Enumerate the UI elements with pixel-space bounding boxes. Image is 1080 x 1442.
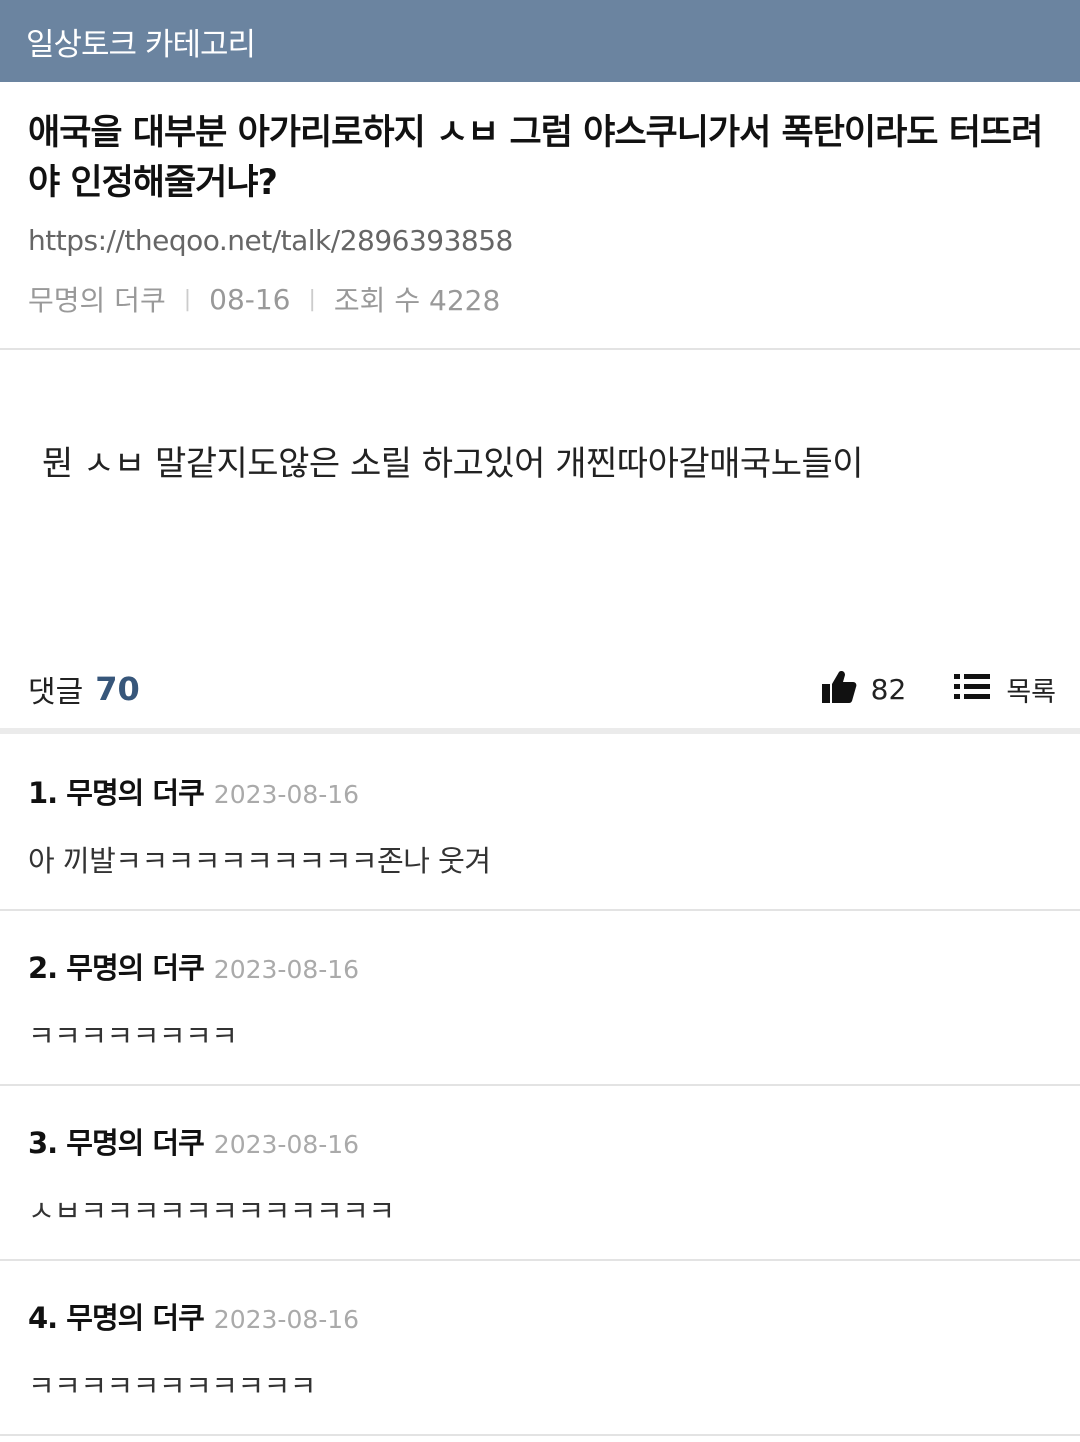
comment-author: 4. 무명의 더쿠 bbox=[28, 1301, 205, 1335]
comment-author: 2. 무명의 더쿠 bbox=[28, 951, 205, 985]
list-label: 목록 bbox=[1006, 676, 1056, 708]
meta-divider: | bbox=[183, 286, 192, 312]
comment-item: 2. 무명의 더쿠 2023-08-16 ㅋㅋㅋㅋㅋㅋㅋㅋ bbox=[0, 911, 1080, 1086]
comment-author: 1. 무명의 더쿠 bbox=[28, 776, 205, 810]
meta-divider: | bbox=[308, 286, 316, 312]
post-meta: 무명의 더쿠 | 08-16 | 조회 수 4228 bbox=[28, 279, 1052, 319]
comment-item: 3. 무명의 더쿠 2023-08-16 ㅅㅂㅋㅋㅋㅋㅋㅋㅋㅋㅋㅋㅋㅋ bbox=[0, 1086, 1080, 1261]
comments-label: 댓글 bbox=[28, 675, 84, 710]
comments-count[interactable]: 70 bbox=[95, 670, 140, 708]
comment-item: 4. 무명의 더쿠 2023-08-16 ㅋㅋㅋㅋㅋㅋㅋㅋㅋㅋㅋ bbox=[0, 1261, 1080, 1436]
thumbs-up-icon bbox=[821, 669, 857, 709]
post-author: 무명의 더쿠 bbox=[28, 284, 166, 317]
like-button[interactable]: 82 bbox=[821, 669, 907, 709]
comment-date: 2023-08-16 bbox=[213, 1305, 360, 1334]
comment-date: 2023-08-16 bbox=[213, 1130, 360, 1159]
comment-header: 2. 무명의 더쿠 2023-08-16 bbox=[28, 945, 1080, 987]
comment-text: ㅋㅋㅋㅋㅋㅋㅋㅋㅋㅋㅋ bbox=[28, 1369, 316, 1403]
list-icon bbox=[954, 672, 991, 706]
comment-text: ㅋㅋㅋㅋㅋㅋㅋㅋ bbox=[28, 1019, 238, 1053]
comment-header: 4. 무명의 더쿠 2023-08-16 bbox=[28, 1295, 1080, 1337]
category-header: 일상토크 카테고리 bbox=[0, 0, 1080, 82]
like-count: 82 bbox=[870, 672, 907, 706]
comment-text: ㅅㅂㅋㅋㅋㅋㅋㅋㅋㅋㅋㅋㅋㅋ bbox=[28, 1194, 395, 1228]
list-button[interactable]: 목록 bbox=[954, 670, 1056, 709]
comment-header: 3. 무명의 더쿠 2023-08-16 bbox=[28, 1120, 1080, 1162]
post-views: 조회 수 4228 bbox=[333, 284, 501, 317]
comment-date: 2023-08-16 bbox=[213, 780, 360, 809]
post-content: 뭔 ㅅㅂ 말같지도않은 소릴 하고있어 개찐따아갈매국노들이 bbox=[42, 444, 864, 484]
post-action-bar: 댓글 70 82 목록 bbox=[0, 650, 1080, 734]
post-title: 애국을 대부분 아가리로하지 ㅅㅂ 그럼 야스쿠니가서 폭탄이라도 터뜨려야 인… bbox=[28, 113, 1043, 203]
post-date: 08-16 bbox=[209, 282, 291, 316]
post-header: 애국을 대부분 아가리로하지 ㅅㅂ 그럼 야스쿠니가서 폭탄이라도 터뜨려야 인… bbox=[0, 82, 1080, 350]
comment-date: 2023-08-16 bbox=[213, 955, 360, 984]
comment-author: 3. 무명의 더쿠 bbox=[28, 1126, 205, 1160]
comment-list: 1. 무명의 더쿠 2023-08-16 아 끼발ㅋㅋㅋㅋㅋㅋㅋㅋㅋㅋ존나 웃겨… bbox=[0, 736, 1080, 1436]
category-title[interactable]: 일상토크 카테고리 bbox=[26, 19, 256, 64]
comment-item: 1. 무명의 더쿠 2023-08-16 아 끼발ㅋㅋㅋㅋㅋㅋㅋㅋㅋㅋ존나 웃겨 bbox=[0, 736, 1080, 911]
comment-text: 아 끼발ㅋㅋㅋㅋㅋㅋㅋㅋㅋㅋ존나 웃겨 bbox=[28, 844, 491, 878]
post-url[interactable]: https://theqoo.net/talk/2896393858 bbox=[28, 224, 1052, 257]
comment-header: 1. 무명의 더쿠 2023-08-16 bbox=[28, 770, 1080, 812]
